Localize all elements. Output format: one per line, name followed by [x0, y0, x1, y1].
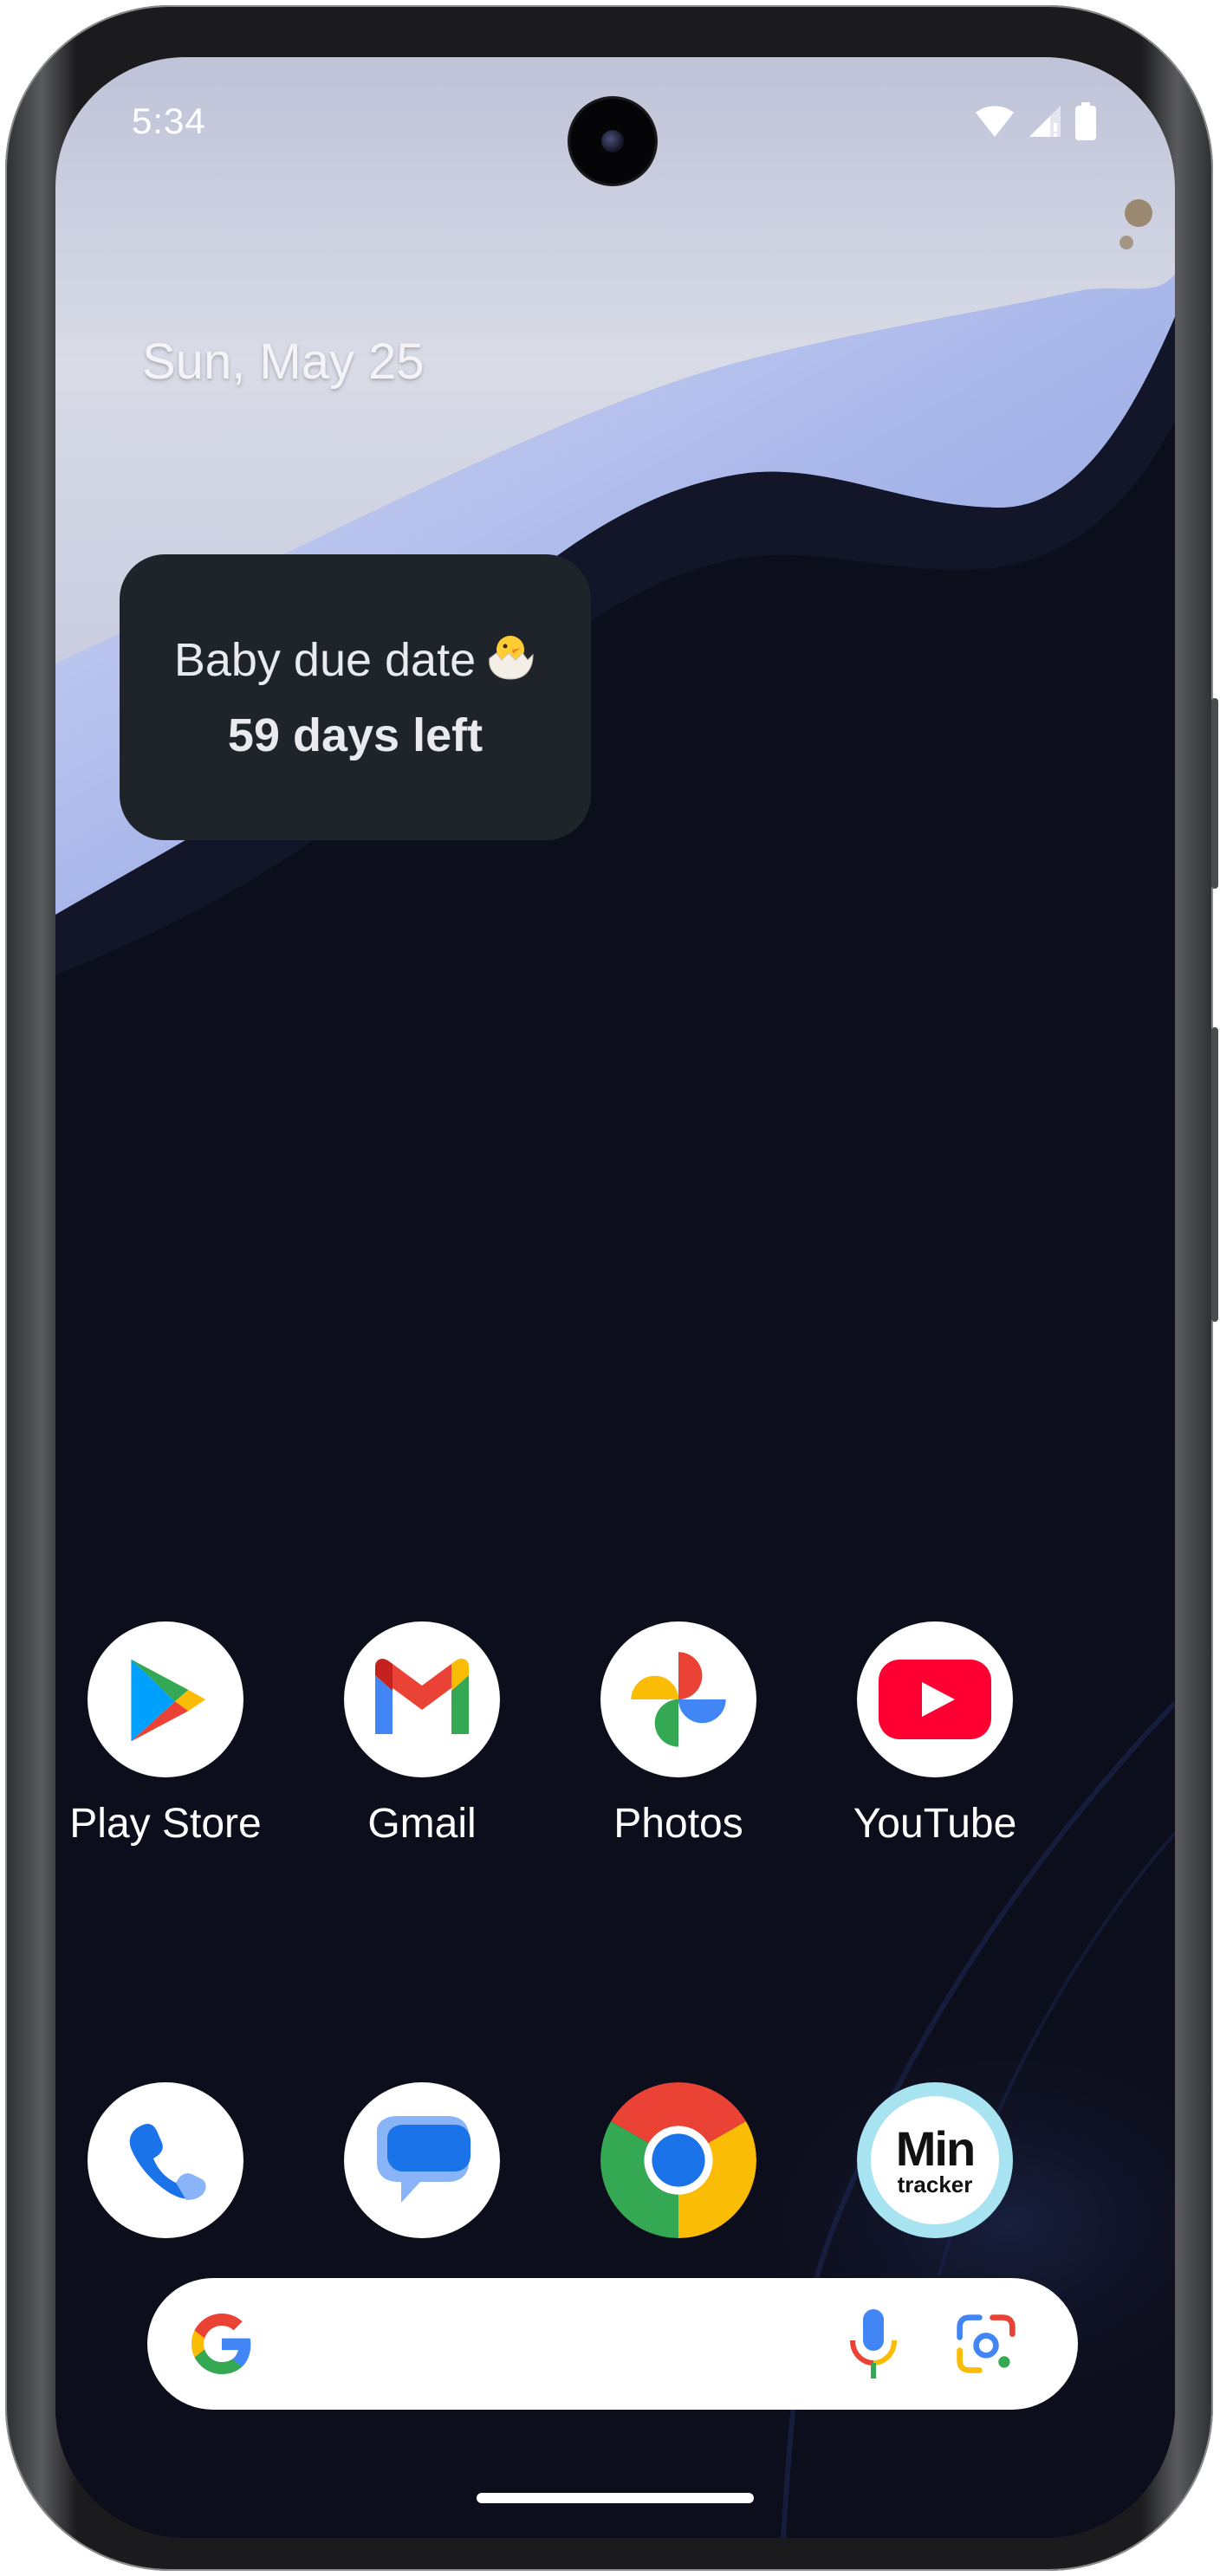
app-label: Photos [613, 1801, 743, 1847]
widget-title-text: Baby due date [173, 634, 477, 686]
widget-countdown: 59 days left [227, 709, 483, 761]
chrome-icon [600, 2082, 756, 2238]
status-time: 5:34 [132, 100, 206, 141]
youtube-icon [857, 1621, 1013, 1777]
google-search-bar[interactable] [147, 2278, 1078, 2410]
hatching-chick-icon [489, 636, 534, 680]
battery-icon [1075, 102, 1096, 140]
phone-icon [88, 2082, 243, 2238]
app-play-store[interactable]: Play Store [62, 1621, 269, 1848]
status-bar: 5:34 [55, 57, 1175, 187]
app-photos[interactable]: Photos [574, 1621, 782, 1848]
home-screen: 5:34 Sun, May 25 Baby due date 59 days l… [55, 57, 1175, 2538]
front-camera [570, 99, 655, 184]
dock-messages[interactable] [318, 2082, 526, 2238]
power-button [1211, 698, 1218, 889]
app-label: Gmail [367, 1801, 477, 1847]
microphone-icon[interactable] [846, 2306, 901, 2382]
google-g-icon [191, 2314, 251, 2374]
app-label: Play Store [69, 1801, 262, 1847]
wifi-icon [976, 106, 1014, 137]
app-gmail[interactable]: Gmail [318, 1621, 526, 1848]
dock-chrome[interactable] [574, 2082, 782, 2238]
dock-phone[interactable] [62, 2082, 269, 2238]
play-store-icon [88, 1621, 243, 1777]
min-tracker-icon: Min tracker [857, 2082, 1013, 2238]
widget-title: Baby due date [120, 632, 591, 687]
phone-frame: 5:34 Sun, May 25 Baby due date 59 days l… [5, 5, 1218, 2571]
google-lens-icon[interactable] [953, 2311, 1019, 2377]
app-label: YouTube [853, 1801, 1017, 1847]
logo-text: Min [895, 2121, 976, 2176]
status-icons [974, 102, 1097, 140]
photos-icon [600, 1621, 756, 1777]
gmail-icon [344, 1621, 500, 1777]
logo-subtext: tracker [897, 2171, 973, 2197]
messages-icon [344, 2082, 500, 2238]
due-date-widget[interactable]: Baby due date 59 days left [120, 554, 591, 840]
gesture-bar[interactable] [477, 2493, 754, 2503]
volume-button [1211, 1027, 1218, 1322]
min-tracker-logo: Min tracker [871, 2096, 999, 2224]
signal-icon [1029, 106, 1061, 137]
dock-min-tracker[interactable]: Min tracker [831, 2082, 1039, 2238]
date-display[interactable]: Sun, May 25 [142, 333, 425, 391]
app-youtube[interactable]: YouTube [831, 1621, 1039, 1848]
